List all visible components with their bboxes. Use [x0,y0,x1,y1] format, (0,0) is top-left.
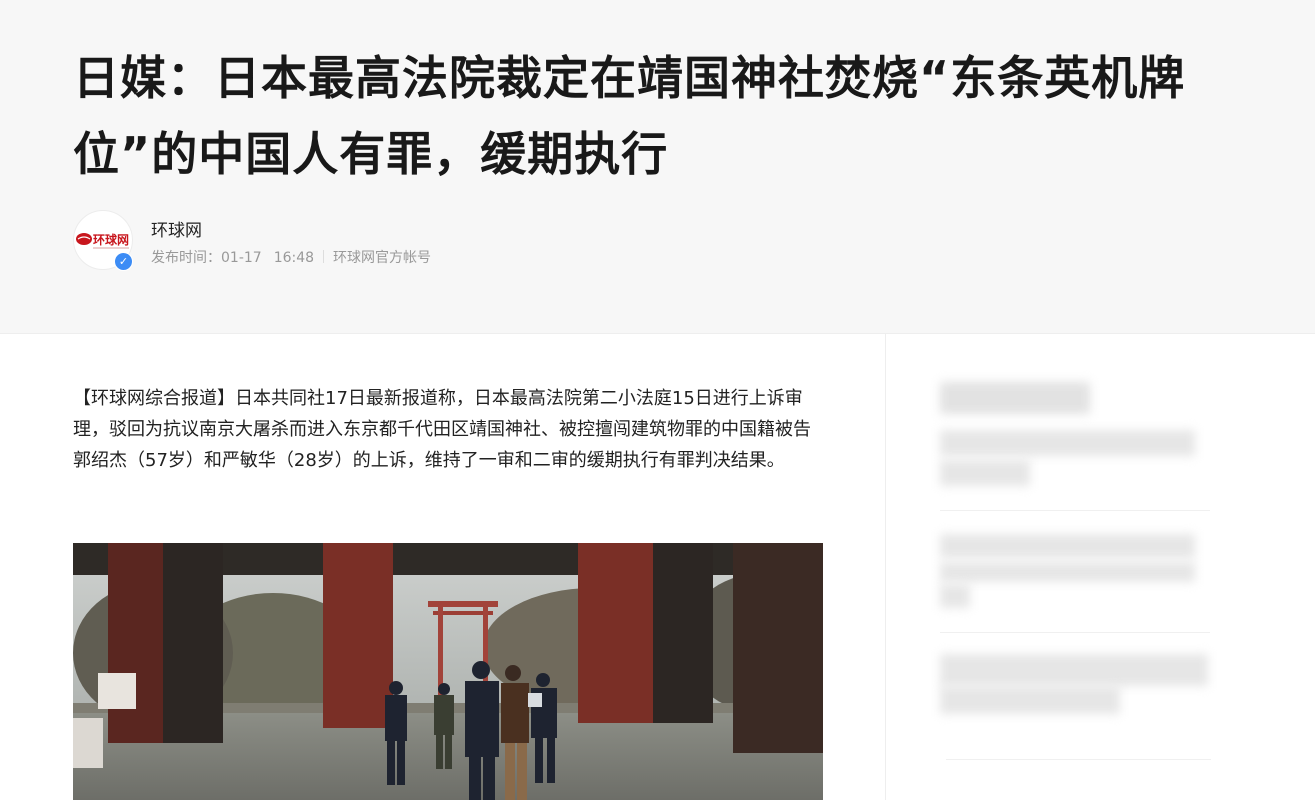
sidebar-item-blurred-1b [940,460,1030,486]
publish-date: 01-17 [221,250,262,266]
sidebar-recommendations [886,334,1315,800]
publish-meta: 发布时间：01-17 16:48 环球网官方帐号 [151,247,431,267]
sidebar-item-blurred-3b [940,686,1120,714]
shrine-gate-photo-image [73,543,823,800]
article-title: 日媒：日本最高法院裁定在靖国神社焚烧“东条英机牌位”的中国人有罪，缓期执行 [73,51,1186,181]
sidebar-separator [940,510,1210,511]
sidebar-item-blurred-1[interactable] [940,430,1195,456]
sidebar-heading-blurred [940,382,1090,414]
sidebar-item-blurred-3[interactable] [940,654,1208,686]
sidebar-item-blurred-2c [940,584,970,608]
sidebar-item-blurred-2b [940,562,1195,582]
logo-text: 环球网 [93,232,129,247]
sidebar-separator [940,632,1210,633]
verified-badge-icon: ✓ [114,252,133,271]
article-header: 日媒：日本最高法院裁定在靖国神社焚烧“东条英机牌位”的中国人有罪，缓期执行 环球… [0,0,1315,334]
publish-label: 发布时间： [151,250,221,266]
article-lead-paragraph: 【环球网综合报道】日本共同社17日最新报道称，日本最高法院第二小法庭15日进行上… [73,388,811,471]
author-name[interactable]: 环球网 [151,216,202,241]
sidebar-separator [946,759,1211,760]
article-photo[interactable] [73,543,823,800]
huanqiu-logo-icon: 环球网 [76,232,129,249]
publish-time: 16:48 [273,250,315,266]
article-body: 【环球网综合报道】日本共同社17日最新报道称，日本最高法院第二小法庭15日进行上… [73,383,825,476]
meta-divider [323,250,325,263]
author-info: 环球网 ✓ 环球网 发布时间：01-17 16:48 环球网官方帐号 [73,210,673,271]
author-avatar[interactable]: 环球网 ✓ [73,210,133,271]
account-label: 环球网官方帐号 [333,250,432,266]
sidebar-item-blurred-2[interactable] [940,534,1195,558]
